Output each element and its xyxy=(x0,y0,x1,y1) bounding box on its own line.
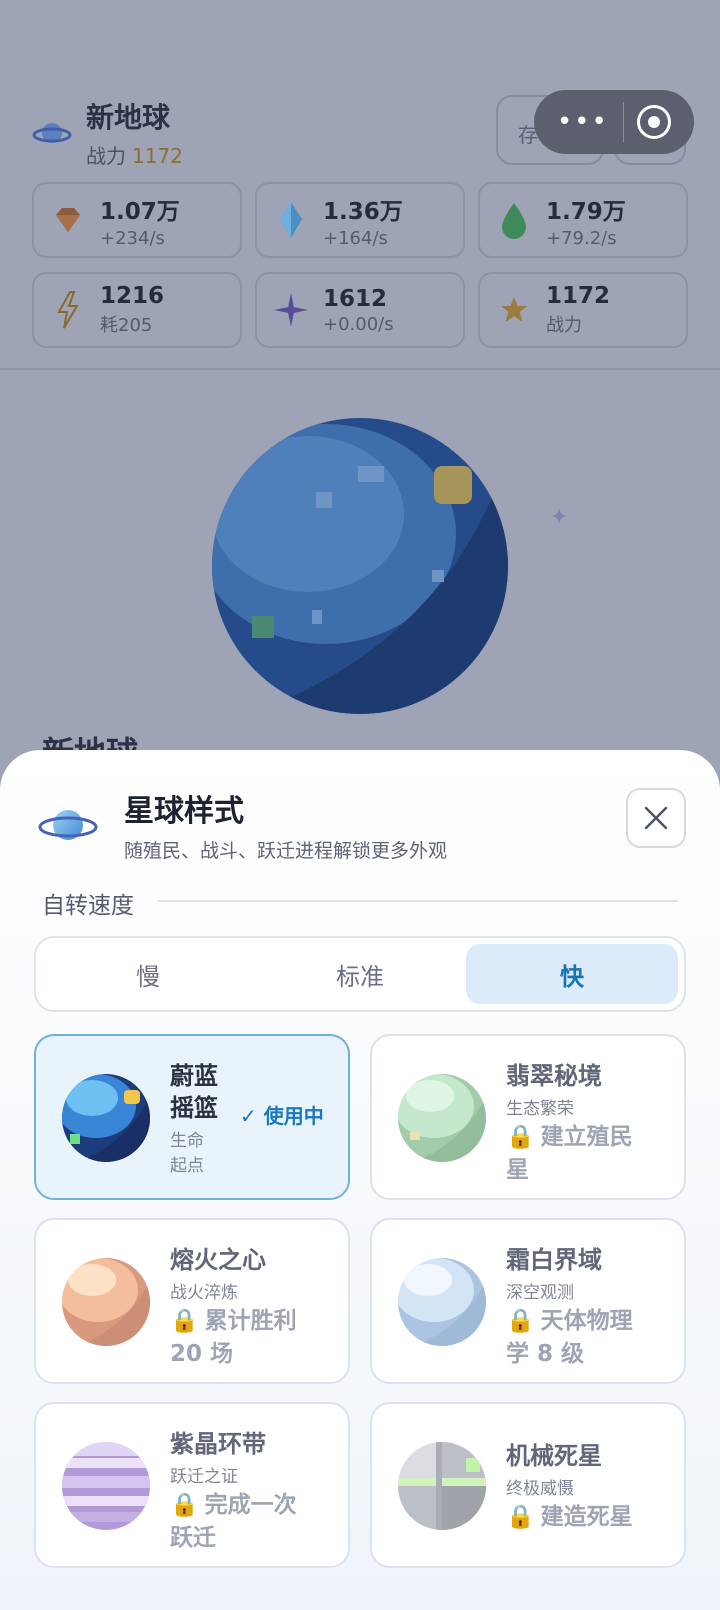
resource-power[interactable]: 1172 战力 xyxy=(478,272,688,348)
style-card-grid: 蔚蓝 摇篮 生命 起点 ✓ 使用中 翡翠秘境 生态繁荣 🔒 建立殖民星 熔火之心… xyxy=(34,1034,686,1568)
capsule-divider xyxy=(622,102,624,142)
style-card-frost-domain[interactable]: 霜白界域 深空观测 🔒 天体物理学 8 级 xyxy=(370,1218,686,1384)
style-card-mech-deathstar[interactable]: 机械死星 终极威慑 🔒 建造死星 xyxy=(370,1402,686,1568)
style-card-text: 紫晶环带 跃迁之证 🔒 完成一次 跃迁 xyxy=(170,1428,297,1555)
target-icon[interactable] xyxy=(637,105,672,139)
resource-grid: 1.07万 +234/s 1.36万 +164/s 1.79万 +79.2/s 121… xyxy=(32,182,688,348)
style-card-molten-heart[interactable]: 熔火之心 战火淬炼 🔒 累计胜利 20 场 xyxy=(34,1218,350,1384)
resource-value: 1216 xyxy=(100,283,165,309)
resource-mineral[interactable]: 1.07万 +234/s xyxy=(32,182,242,258)
resource-water[interactable]: 1.79万 +79.2/s xyxy=(478,182,688,258)
style-card-amethyst-belt[interactable]: 紫晶环带 跃迁之证 🔒 完成一次 跃迁 xyxy=(34,1402,350,1568)
style-card-emerald-realm[interactable]: 翡翠秘境 生态繁荣 🔒 建立殖民星 xyxy=(370,1034,686,1200)
planet-ring-icon xyxy=(38,809,98,840)
frost-planet-icon xyxy=(398,1258,486,1346)
resource-rate: 战力 xyxy=(546,315,582,336)
style-tag: 终极威慑 xyxy=(506,1479,574,1499)
style-tag: 生命 起点 xyxy=(170,1131,204,1176)
rotation-speed-label: 自转速度 xyxy=(42,893,134,919)
crystal-icon xyxy=(280,202,302,238)
lock-icon: 🔒 xyxy=(506,1124,535,1150)
style-card-text: 蔚蓝 摇篮 生命 起点 xyxy=(170,1060,240,1176)
style-card-text: 熔火之心 战火淬炼 🔒 累计胜利 20 场 xyxy=(170,1244,297,1371)
lock-icon: 🔒 xyxy=(170,1492,199,1518)
lock-icon: 🔒 xyxy=(170,1308,199,1334)
style-tag: 战火淬炼 xyxy=(170,1283,238,1303)
resource-rate: +234/s xyxy=(100,227,165,249)
section-divider xyxy=(0,368,720,370)
speed-option-standard[interactable]: 标准 xyxy=(254,944,466,1004)
planet-logo-icon xyxy=(32,122,72,143)
planet-style-sheet: 星球样式 随殖民、战斗、跃迁进程解锁更多外观 自转速度 慢 标准 快 蔚蓝 摇篮… xyxy=(0,750,720,1610)
deathstar-planet-icon xyxy=(398,1442,486,1530)
resource-crystal[interactable]: 1.36万 +164/s xyxy=(255,182,465,258)
lock-icon: 🔒 xyxy=(506,1308,535,1334)
sheet-title: 星球样式 xyxy=(124,794,244,829)
close-button[interactable] xyxy=(626,788,686,848)
emerald-planet-icon xyxy=(398,1074,486,1162)
style-tag: 跃迁之证 xyxy=(170,1467,238,1487)
style-tag: 生态繁荣 xyxy=(506,1099,574,1119)
unlock-requirement: 🔒 天体物理学 8 级 xyxy=(506,1308,633,1367)
style-card-text: 翡翠秘境 生态繁荣 🔒 建立殖民星 xyxy=(506,1060,633,1187)
style-card-text: 机械死星 终极威慑 🔒 建造死星 xyxy=(506,1440,633,1534)
unlock-requirement: 🔒 完成一次 跃迁 xyxy=(170,1492,297,1551)
in-use-badge: ✓ 使用中 xyxy=(240,1104,324,1128)
mini-program-capsule[interactable]: ••• xyxy=(534,90,694,154)
unlock-requirement: 🔒 建造死星 xyxy=(506,1504,633,1530)
style-card-azure-cradle[interactable]: 蔚蓝 摇篮 生命 起点 ✓ 使用中 xyxy=(34,1034,350,1200)
resource-value: 1.79万 xyxy=(546,198,626,225)
speed-option-slow[interactable]: 慢 xyxy=(42,944,254,1004)
resource-value: 1.07万 xyxy=(100,198,180,225)
resource-value: 1612 xyxy=(323,285,388,312)
unlock-requirement: 🔒 建立殖民星 xyxy=(506,1124,633,1183)
style-card-text: 霜白界域 深空观测 🔒 天体物理学 8 级 xyxy=(506,1244,633,1371)
molten-planet-icon xyxy=(62,1258,150,1346)
sparkle-decoration-icon: ✦ xyxy=(550,505,569,530)
speed-divider xyxy=(158,900,678,902)
power-value: 1172 xyxy=(132,144,183,168)
resource-energy[interactable]: 1216 耗205 xyxy=(32,272,242,348)
sheet-header: 星球样式 随殖民、战斗、跃迁进程解锁更多外观 xyxy=(38,786,447,863)
sparkle-star-icon xyxy=(273,292,309,328)
resource-sparkle[interactable]: 1612 +0.00/s xyxy=(255,272,465,348)
more-dots-icon[interactable]: ••• xyxy=(557,107,609,137)
lock-icon: 🔒 xyxy=(506,1504,535,1530)
main-planet-image[interactable] xyxy=(208,414,512,718)
background-page: 新地球 战力1172 存档 ••• 1.07万+234/s 1.36万+164/… xyxy=(0,0,720,780)
resource-value: 1172 xyxy=(546,283,611,309)
style-name: 熔火之心 xyxy=(170,1246,266,1274)
planet-name: 新地球 xyxy=(86,101,171,134)
lightning-icon xyxy=(57,291,79,329)
resource-rate: 耗205 xyxy=(100,315,153,336)
planet-header: 新地球 战力 1172 xyxy=(32,96,183,169)
style-name: 霜白界域 xyxy=(506,1246,602,1274)
unlock-requirement: 🔒 累计胜利 20 场 xyxy=(170,1308,297,1367)
mineral-gem-icon xyxy=(56,208,80,232)
power-readout: 战力 1172 xyxy=(86,140,183,169)
amethyst-planet-icon xyxy=(62,1442,150,1530)
style-name: 翡翠秘境 xyxy=(506,1062,602,1090)
style-tag: 深空观测 xyxy=(506,1283,574,1303)
azure-planet-icon xyxy=(62,1074,150,1162)
close-icon xyxy=(644,806,668,830)
resource-value: 1.36万 xyxy=(323,198,403,225)
resource-rate: +79.2/s xyxy=(546,227,617,249)
resource-rate: +0.00/s xyxy=(323,313,394,335)
style-name: 紫晶环带 xyxy=(170,1430,266,1458)
sheet-subtitle: 随殖民、战斗、跃迁进程解锁更多外观 xyxy=(124,840,448,862)
speed-option-fast[interactable]: 快 xyxy=(466,944,678,1004)
water-drop-icon xyxy=(502,203,526,239)
power-label: 战力 xyxy=(86,144,126,168)
star-icon xyxy=(501,297,527,322)
style-name: 蔚蓝 摇篮 xyxy=(170,1062,218,1122)
resource-rate: +164/s xyxy=(323,227,388,249)
style-name: 机械死星 xyxy=(506,1442,602,1470)
rotation-speed-selector[interactable]: 慢 标准 快 xyxy=(34,936,686,1012)
